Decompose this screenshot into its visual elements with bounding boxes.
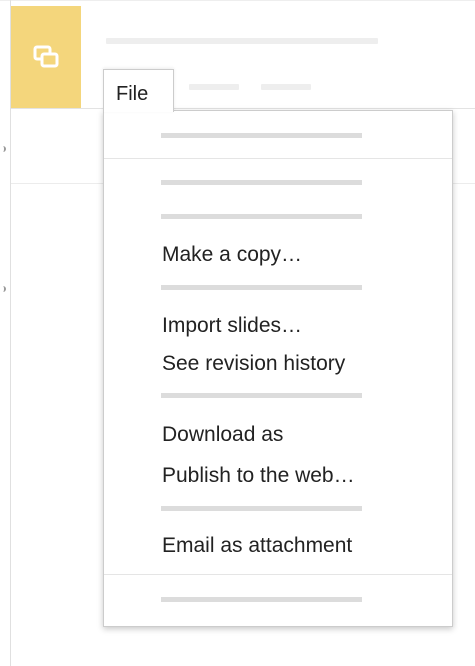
header-divider [11,108,475,109]
menu-item-import-slides[interactable]: Import slides… [162,315,302,336]
menu-edit-placeholder[interactable] [189,84,239,90]
menu-item-placeholder[interactable] [161,180,362,185]
document-title-placeholder[interactable] [106,38,378,44]
menu-separator [104,158,452,159]
menu-item-placeholder[interactable] [161,285,362,290]
menu-item-download-as[interactable]: Download as [162,424,283,445]
menu-item-placeholder[interactable] [161,133,362,138]
edge-fragment-mark [0,146,6,152]
menu-item-revision-history[interactable]: See revision history [162,353,345,374]
menu-item-placeholder[interactable] [161,506,362,511]
menu-item-placeholder[interactable] [161,214,362,219]
file-menu-dropdown: Make a copy… Import slides… See revision… [103,110,453,627]
menu-item-publish-web[interactable]: Publish to the web… [162,465,355,486]
slides-logo-button[interactable] [11,6,81,108]
menu-item-placeholder[interactable] [161,597,362,602]
menu-view-placeholder[interactable] [261,84,311,90]
menu-separator [104,574,452,575]
edge-fragment-mark [0,286,6,292]
file-menu-label: File [116,83,149,105]
menu-item-placeholder[interactable] [161,393,362,398]
file-menu-tab[interactable]: File [103,69,174,112]
slides-icon [33,45,59,68]
slides-app-window: File Make a copy… Import slides… See rev… [0,0,475,666]
menu-item-make-copy[interactable]: Make a copy… [162,244,302,265]
window-top-border [0,0,475,1]
menu-item-email-attachment[interactable]: Email as attachment [162,535,352,556]
